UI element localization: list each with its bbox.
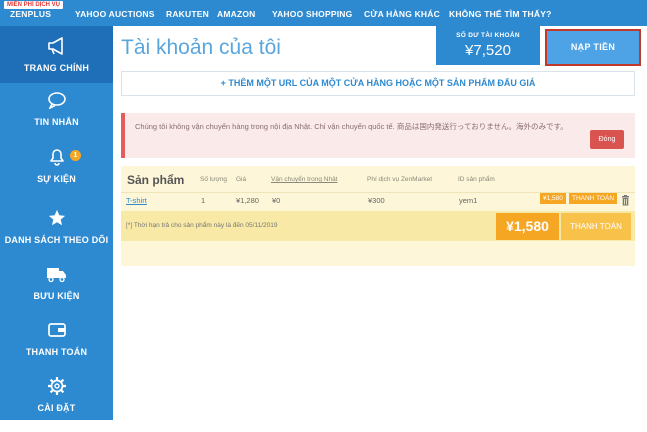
sidebar-item-payment[interactable]: THANH TOÁN — [0, 319, 113, 376]
nav-other-stores[interactable]: CỬA HÀNG KHÁC — [364, 9, 440, 19]
sidebar-item-events[interactable]: 1 SỰ KIỆN — [0, 146, 113, 203]
page-title: Tài khoản của tôi — [121, 36, 281, 59]
row-total-badge: ¥1,580 — [540, 193, 566, 204]
column-header-japan-shipping: Vận chuyển trong Nhật — [271, 176, 338, 183]
sidebar-item-label: SỰ KIỆN — [37, 174, 76, 184]
sidebar-item-parcels[interactable]: BƯU KIỆN — [0, 263, 113, 320]
product-price: ¥1,280 — [236, 196, 259, 205]
product-name-link[interactable]: T-shirt — [126, 196, 147, 205]
product-japan-shipping: ¥0 — [272, 196, 281, 205]
nav-rakuten[interactable]: RAKUTEN — [166, 9, 209, 19]
events-count-badge: 1 — [70, 150, 81, 161]
nav-yahoo-shopping[interactable]: YAHOO SHOPPING — [272, 9, 352, 19]
shipping-notice: Chúng tôi không vận chuyển hàng trong nộ… — [121, 113, 635, 158]
star-icon — [48, 207, 66, 229]
nav-yahoo-auctions[interactable]: YAHOO AUCTIONS — [75, 9, 155, 19]
wallet-icon — [47, 319, 67, 341]
sidebar-item-label: THANH TOÁN — [25, 347, 88, 357]
sidebar-item-label: TRANG CHÍNH — [23, 63, 90, 73]
chat-bubble-icon — [47, 89, 67, 111]
sidebar-item-settings[interactable]: CÀI ĐẶT — [0, 375, 113, 432]
sidebar: TRANG CHÍNH TIN NHẮN 1 SỰ KIỆN DANH SÁCH… — [0, 26, 113, 420]
sidebar-item-label: TIN NHẮN — [34, 117, 79, 127]
column-header-price: Giá — [236, 176, 247, 183]
sidebar-item-label: DANH SÁCH THEO DÕI — [4, 235, 109, 245]
total-amount: ¥1,580 — [496, 213, 559, 240]
balance-value: ¥7,520 — [465, 42, 511, 59]
truck-icon — [46, 263, 68, 285]
sidebar-item-home[interactable]: TRANG CHÍNH — [0, 26, 113, 83]
nav-not-found[interactable]: KHÔNG THỂ TÌM THẤY? — [449, 9, 552, 19]
product-panel: Sản phẩm Số lượng Giá Vận chuyển trong N… — [121, 166, 635, 266]
column-header-quantity: Số lượng — [200, 176, 228, 183]
pay-button[interactable]: THANH TOÁN — [561, 213, 631, 240]
sidebar-item-messages[interactable]: TIN NHẮN — [0, 89, 113, 146]
free-service-badge: MIỄN PHÍ DỊCH VỤ — [4, 1, 64, 9]
trash-icon[interactable] — [621, 193, 630, 206]
nav-zenplus[interactable]: ZENPLUS — [10, 9, 51, 19]
product-id: yem1 — [459, 196, 478, 205]
sidebar-item-watchlist[interactable]: DANH SÁCH THEO DÕI — [0, 207, 113, 264]
column-header-service-fee: Phí dịch vụ ZenMarket — [367, 176, 433, 183]
top-navigation: MIỄN PHÍ DỊCH VỤ ZENPLUS YAHOO AUCTIONS … — [0, 0, 647, 26]
column-header-product-id: ID sản phẩm — [458, 176, 495, 183]
megaphone-icon — [47, 35, 67, 57]
sidebar-item-label: CÀI ĐẶT — [37, 403, 76, 413]
top-up-button[interactable]: NẠP TIỀN — [545, 29, 641, 66]
close-button[interactable]: Đóng — [590, 130, 624, 149]
product-service-fee: ¥300 — [368, 196, 385, 205]
nav-amazon[interactable]: AMAZON — [217, 9, 256, 19]
gear-icon — [47, 375, 67, 397]
notice-text: Chúng tôi không vận chuyển hàng trong nộ… — [135, 122, 568, 131]
products-title: Sản phẩm — [127, 173, 185, 187]
sidebar-item-label: BƯU KIỆN — [33, 291, 80, 301]
bell-icon — [47, 146, 67, 168]
product-quantity: 1 — [201, 196, 206, 205]
add-url-button[interactable]: + THÊM MỘT URL CỦA MỘT CỬA HÀNG HOẶC MỘT… — [121, 71, 635, 96]
row-pay-button[interactable]: THANH TOÁN — [569, 193, 618, 204]
balance-label: SỐ DƯ TÀI KHOẢN — [456, 32, 520, 39]
account-balance: SỐ DƯ TÀI KHOẢN ¥7,520 — [436, 26, 540, 65]
payment-deadline-note: [*] Thời hạn trả cho sản phẩm này là đến… — [126, 222, 278, 229]
